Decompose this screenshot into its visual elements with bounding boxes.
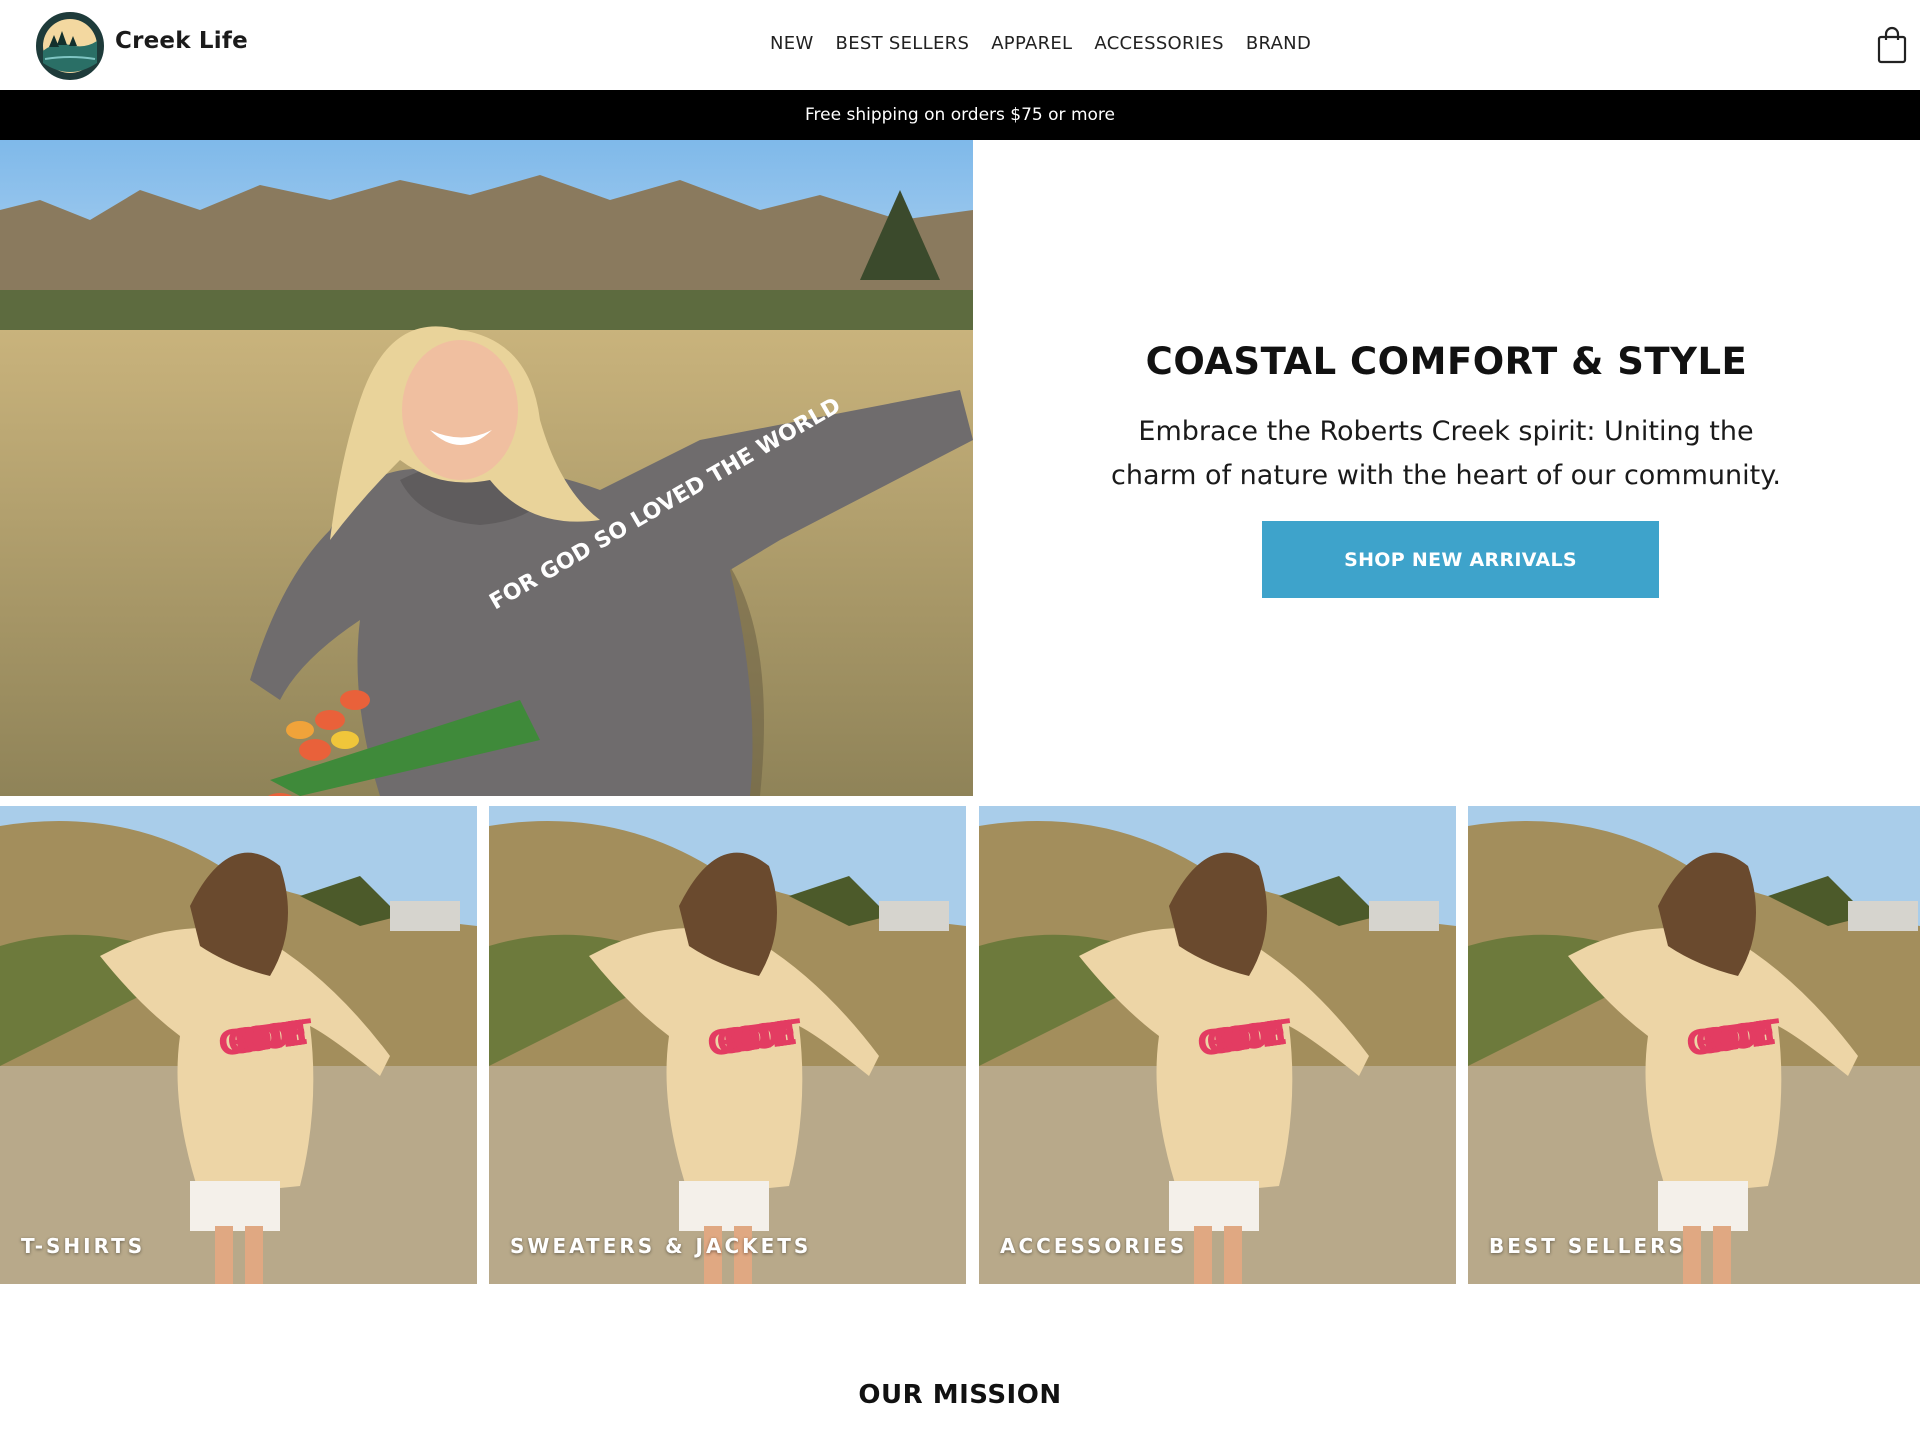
- site-header: Creek Life NEW BEST SELLERS APPAREL ACCE…: [0, 0, 1920, 90]
- collection-image: GOD IS NOT DONE YET: [1468, 806, 1920, 1284]
- brand-name[interactable]: Creek Life: [115, 28, 248, 54]
- collection-image: GOD IS NOT DONE YET: [979, 806, 1456, 1284]
- collection-tile-accessories[interactable]: GOD IS NOT DONE YET ACCESSORIES: [979, 806, 1456, 1284]
- shopping-bag-icon[interactable]: [1876, 26, 1908, 64]
- collection-label: T-SHIRTS: [21, 1234, 146, 1258]
- mission-title: OUR MISSION: [858, 1380, 1062, 1410]
- announcement-bar: Free shipping on orders $75 or more: [0, 90, 1920, 140]
- collection-label: ACCESSORIES: [1000, 1234, 1188, 1258]
- hero-title: COASTAL COMFORT & STYLE: [1145, 340, 1748, 383]
- collection-image: GOD IS NOT DONE YET: [0, 806, 477, 1284]
- collection-label: BEST SELLERS: [1489, 1234, 1686, 1258]
- nav-best-sellers[interactable]: BEST SELLERS: [836, 33, 970, 57]
- hero-subtitle: Embrace the Roberts Creek spirit: Unitin…: [1111, 416, 1781, 491]
- collection-tile-best-sellers[interactable]: GOD IS NOT DONE YET BEST SELLERS: [1468, 806, 1920, 1284]
- nav-new[interactable]: NEW: [770, 33, 814, 57]
- shop-new-arrivals-button[interactable]: SHOP NEW ARRIVALS: [1262, 521, 1659, 598]
- main-nav: NEW BEST SELLERS APPAREL ACCESSORIES BRA…: [770, 33, 1333, 57]
- hero-image: FOR GOD SO LOVED THE WORLD: [0, 140, 973, 796]
- nav-apparel[interactable]: APPAREL: [991, 33, 1072, 57]
- announcement-text: Free shipping on orders $75 or more: [805, 105, 1115, 125]
- hero-panel: COASTAL COMFORT & STYLE Embrace the Robe…: [973, 140, 1920, 796]
- collection-tile-sweaters-jackets[interactable]: GOD IS NOT DONE YET SWEATERS & JACKETS: [489, 806, 966, 1284]
- nav-accessories[interactable]: ACCESSORIES: [1094, 33, 1223, 57]
- nav-brand[interactable]: BRAND: [1246, 33, 1311, 57]
- collection-label: SWEATERS & JACKETS: [510, 1234, 812, 1258]
- creek-life-logo[interactable]: [35, 11, 105, 81]
- collection-image: GOD IS NOT DONE YET: [489, 806, 966, 1284]
- collection-grid: GOD IS NOT DONE YET T-SHIRTS GOD IS NOT …: [0, 806, 1920, 1284]
- collection-tile-tshirts[interactable]: GOD IS NOT DONE YET T-SHIRTS: [0, 806, 477, 1284]
